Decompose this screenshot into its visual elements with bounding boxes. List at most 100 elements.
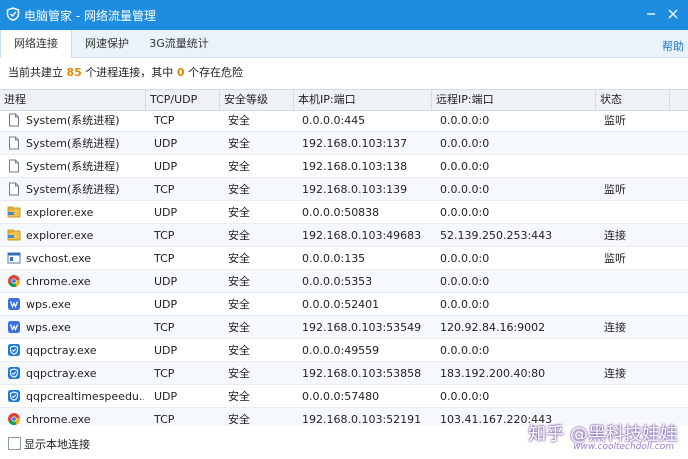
cell-protocol: UDP [154,344,178,357]
cell-process: svchost.exe [26,252,92,265]
document-icon [7,113,21,127]
cell-local-address: 192.168.0.103:138 [302,160,408,173]
cell-remote-address: 0.0.0.0:0 [440,390,490,403]
cell-process: qqpcrealtimespeedu... [26,390,144,403]
cell-status: 监听 [604,183,626,196]
cell-process: chrome.exe [26,275,91,288]
table-row[interactable]: explorer.exe UDP 安全 0.0.0.0:50838 0.0.0.0:0 [0,201,688,224]
cell-remote-address: 0.0.0.0:0 [440,160,490,173]
folder-icon [7,228,21,242]
cell-status: 连接 [604,229,626,242]
cell-protocol: TCP [154,321,175,334]
cell-security-level: 安全 [228,344,250,357]
service-icon [7,251,21,265]
cell-local-address: 0.0.0.0:57480 [302,390,380,403]
document-icon [7,136,21,150]
cell-security-level: 安全 [228,275,250,288]
shield-icon [7,366,21,380]
table-row[interactable]: chrome.exe UDP 安全 0.0.0.0:5353 0.0.0.0:0 [0,270,688,293]
tab-bar: 网络连接 网速保护 3G流量统计 帮助 [0,30,688,58]
table-row[interactable]: qqpctray.exe UDP 安全 0.0.0.0:49559 0.0.0.0:0 [0,339,688,362]
cell-security-level: 安全 [228,160,250,173]
wps-icon [7,297,21,311]
table-row[interactable]: svchost.exe TCP 安全 0.0.0.0:135 0.0.0.0:0 监听 [0,247,688,270]
cell-status: 监听 [604,114,626,127]
minimize-button[interactable] [642,5,660,23]
cell-security-level: 安全 [228,229,250,242]
tab-3g-traffic[interactable]: 3G流量统计 [144,30,214,57]
cell-process: explorer.exe [26,206,94,219]
cell-remote-address: 52.139.250.253:443 [440,229,553,242]
help-link[interactable]: 帮助 [662,38,684,54]
cell-protocol: TCP [154,413,175,426]
document-icon [7,182,21,196]
column-header-status[interactable]: 状态 [596,90,670,110]
cell-local-address: 0.0.0.0:135 [302,252,366,265]
close-icon [668,9,678,19]
cell-protocol: TCP [154,367,175,380]
cell-protocol: TCP [154,252,175,265]
column-header-protocol[interactable]: TCP/UDP [146,90,220,110]
tab-network-connections[interactable]: 网络连接 [0,30,72,58]
cell-status: 连接 [604,367,626,380]
show-local-label: 显示本地连接 [24,438,90,451]
cell-local-address: 192.168.0.103:137 [302,137,408,150]
cell-status: 连接 [604,321,626,334]
watermark-url: www.cooltechdoll.com [573,442,674,452]
danger-count: 0 [176,66,185,79]
cell-remote-address: 0.0.0.0:0 [440,183,490,196]
table-row[interactable]: qqpcrealtimespeedu... UDP 安全 0.0.0.0:57480 0… [0,385,688,408]
cell-protocol: UDP [154,298,178,311]
summary-suffix: 个存在危险 [187,66,243,79]
cell-protocol: UDP [154,137,178,150]
wps-icon [7,320,21,334]
column-header-security-level[interactable]: 安全等级 [220,90,294,110]
cell-process: qqpctray.exe [26,367,97,380]
cell-local-address: 192.168.0.103:52191 [302,413,422,426]
cell-process: System(系统进程) [26,137,120,150]
cell-local-address: 192.168.0.103:53549 [302,321,422,334]
summary-middle: 个进程连接，其中 [85,66,174,79]
table-row[interactable]: explorer.exe TCP 安全 192.168.0.103:49683 52.1… [0,224,688,247]
table-header: 进程 TCP/UDP 安全等级 本机IP:端口 远程IP:端口 状态 [0,89,688,111]
cell-local-address: 192.168.0.103:49683 [302,229,422,242]
table-row[interactable]: System(系统进程) TCP 安全 0.0.0.0:445 0.0.0.0:0 监听 [0,109,688,132]
cell-process: chrome.exe [26,413,91,426]
show-local-checkbox[interactable] [8,437,21,450]
table-row[interactable]: System(系统进程) UDP 安全 192.168.0.103:137 0.0.0.… [0,132,688,155]
tab-speed-protection[interactable]: 网速保护 [78,30,136,57]
cell-security-level: 安全 [228,367,250,380]
chrome-icon [7,412,21,426]
table-row[interactable]: wps.exe UDP 安全 0.0.0.0:52401 0.0.0.0:0 [0,293,688,316]
cell-local-address: 192.168.0.103:53858 [302,367,422,380]
column-header-remote-ip[interactable]: 远程IP:端口 [432,90,596,110]
folder-icon [7,205,21,219]
cell-protocol: TCP [154,183,175,196]
table-row[interactable]: wps.exe TCP 安全 192.168.0.103:53549 120.92.84… [0,316,688,339]
cell-process: qqpctray.exe [26,344,97,357]
column-header-process[interactable]: 进程 [0,90,146,110]
table-row[interactable]: System(系统进程) TCP 安全 192.168.0.103:139 0.0.0.… [0,178,688,201]
cell-local-address: 0.0.0.0:5353 [302,275,373,288]
cell-remote-address: 0.0.0.0:0 [440,298,490,311]
cell-security-level: 安全 [228,183,250,196]
close-button[interactable] [664,5,682,23]
cell-remote-address: 0.0.0.0:0 [440,206,490,219]
cell-local-address: 192.168.0.103:139 [302,183,408,196]
table-row[interactable]: System(系统进程) UDP 安全 192.168.0.103:138 0.0.0.… [0,155,688,178]
footer-bar: 显示本地连接 知乎 @黑科技娃娃 www.cooltechdoll.com [0,424,688,459]
connection-summary: 当前共建立 85 个进程连接，其中 0 个存在危险 [8,64,243,80]
title-bar: 电脑管家 - 网络流量管理 [0,0,688,30]
cell-security-level: 安全 [228,114,250,127]
column-header-local-ip[interactable]: 本机IP:端口 [294,90,432,110]
cell-remote-address: 0.0.0.0:0 [440,275,490,288]
table-row[interactable]: qqpctray.exe TCP 安全 192.168.0.103:53858 183.… [0,362,688,385]
cell-process: wps.exe [26,321,71,334]
chrome-icon [7,274,21,288]
cell-protocol: UDP [154,160,178,173]
cell-process: System(系统进程) [26,183,120,196]
cell-remote-address: 183.192.200.40:80 [440,367,546,380]
cell-remote-address: 120.92.84.16:9002 [440,321,546,334]
cell-security-level: 安全 [228,390,250,403]
shield-icon [7,389,21,403]
